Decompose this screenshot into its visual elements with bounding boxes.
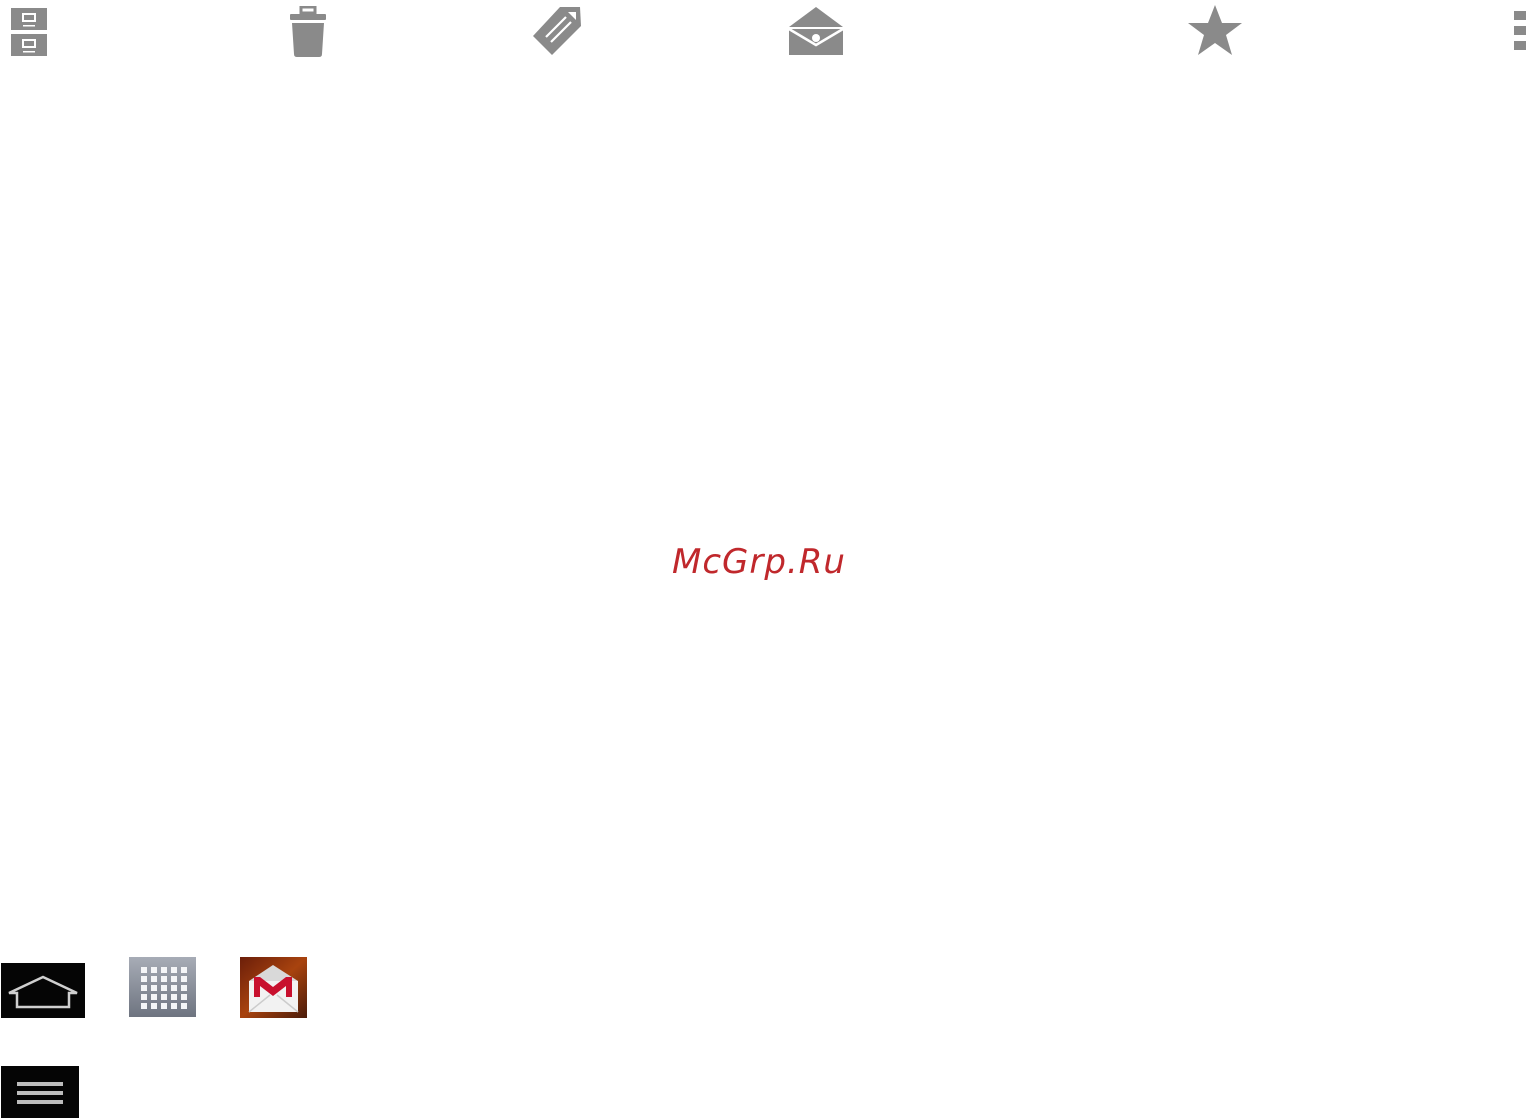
overflow-menu-icon[interactable] [1513,10,1527,52]
apps-grid-icon [129,957,196,1017]
star-icon[interactable] [1186,3,1244,57]
apps-grid-button[interactable] [129,957,196,1017]
gmail-app-button[interactable] [240,957,307,1018]
menu-icon [1,1066,79,1118]
archive-icon[interactable] [10,7,48,57]
move-to-inbox-icon[interactable] [787,5,845,57]
gmail-icon [240,957,307,1018]
home-icon [1,963,85,1018]
page: McGrp.Ru [0,0,1537,1120]
watermark: McGrp.Ru [672,542,846,582]
menu-button[interactable] [1,1066,79,1118]
label-icon[interactable] [530,4,584,58]
trash-icon[interactable] [289,6,327,58]
home-button[interactable] [1,963,85,1018]
